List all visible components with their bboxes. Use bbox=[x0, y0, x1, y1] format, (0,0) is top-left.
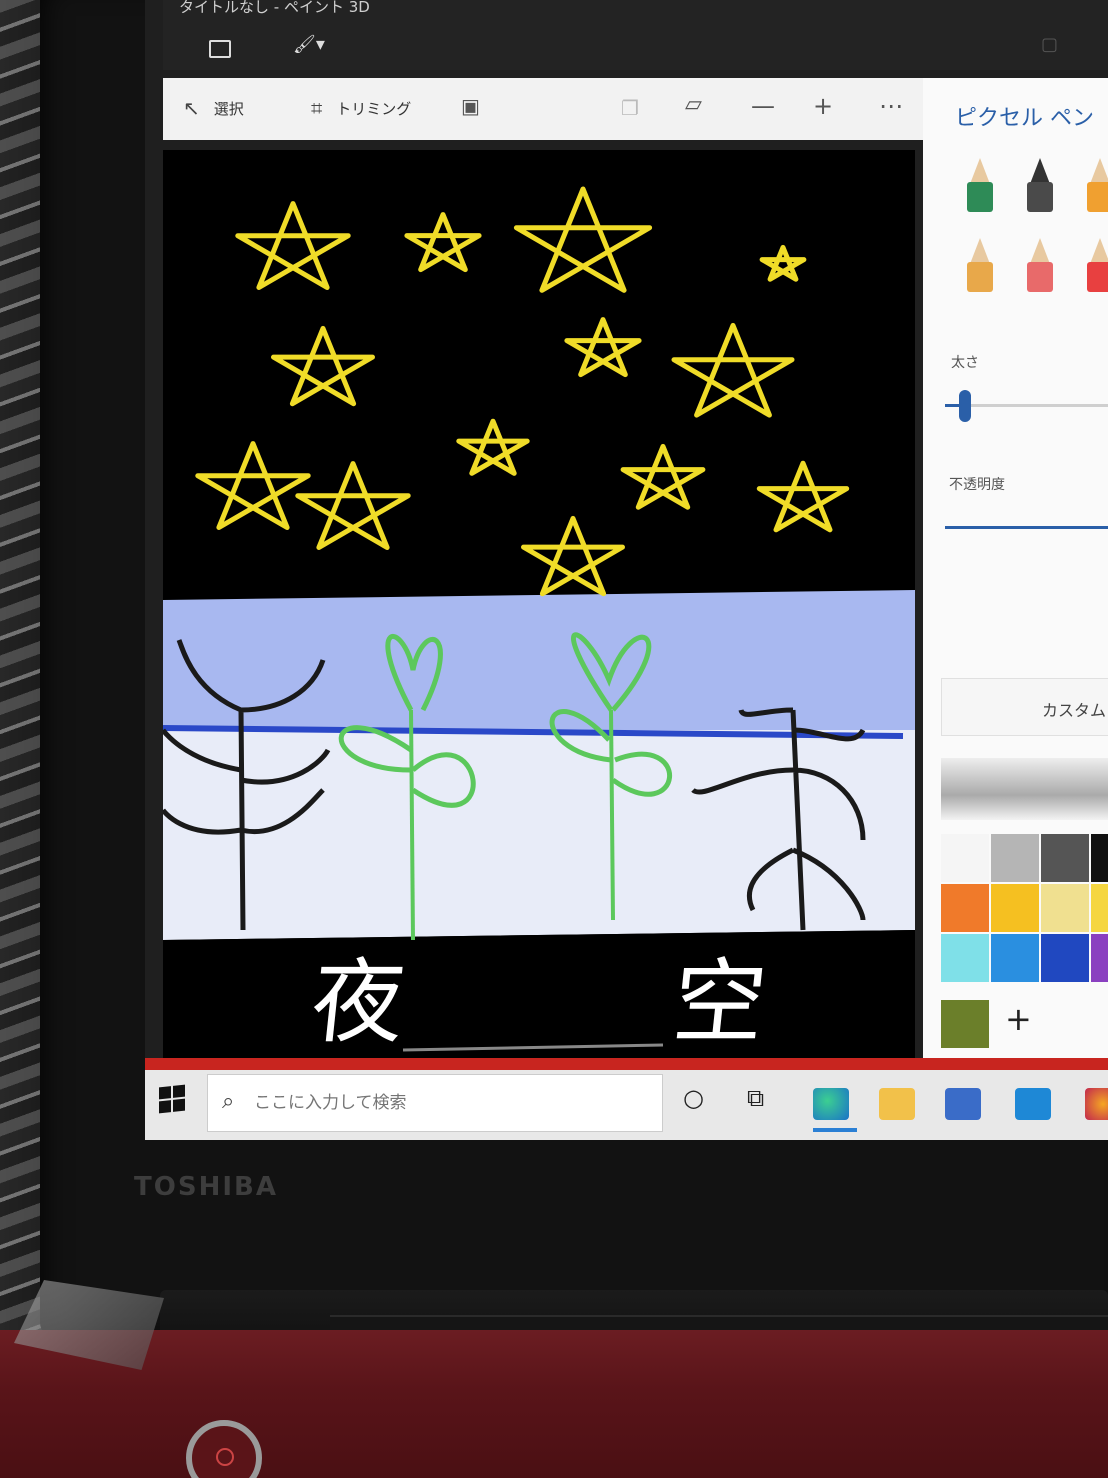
search-icon: ⌕ bbox=[222, 1089, 235, 1114]
color-swatch[interactable] bbox=[991, 934, 1039, 982]
color-swatch[interactable] bbox=[941, 884, 989, 932]
canvas-caption: 夜 空 bbox=[306, 949, 892, 1056]
taskbar-search-box[interactable]: ⌕ bbox=[207, 1074, 663, 1132]
power-icon bbox=[216, 1448, 234, 1466]
custom-color-button[interactable]: カスタム bbox=[941, 678, 1108, 736]
copy-icon[interactable]: ❐ bbox=[621, 96, 639, 120]
drawing-canvas[interactable]: 夜 空 bbox=[163, 150, 915, 1080]
task-view-icon[interactable]: ⧉ bbox=[747, 1084, 764, 1112]
start-button[interactable] bbox=[159, 1084, 185, 1114]
more-options-icon[interactable]: ⋯ bbox=[879, 92, 903, 120]
color-swatch[interactable] bbox=[1091, 934, 1108, 982]
select-tool[interactable]: ↖ 選択 bbox=[183, 96, 244, 120]
pencil-brush-icon[interactable] bbox=[963, 238, 997, 294]
3d-library-icon[interactable]: ▢ bbox=[1041, 34, 1071, 55]
thickness-slider-thumb[interactable] bbox=[959, 390, 971, 422]
zoom-out-icon[interactable]: — bbox=[751, 92, 775, 120]
file-explorer-icon[interactable] bbox=[879, 1088, 915, 1120]
select-label: 選択 bbox=[213, 99, 244, 118]
marker-brush-icon[interactable] bbox=[963, 158, 997, 214]
canvas-toolbar: ↖ 選択 ⌗ トリミング ▣ ❐ ▱ — + ⋯ bbox=[163, 78, 925, 140]
crayon-brush-icon[interactable] bbox=[1083, 238, 1108, 294]
current-color-swatch[interactable] bbox=[941, 1000, 989, 1048]
brushes-menu-icon[interactable]: 🖌▾ bbox=[293, 34, 333, 55]
windows-logo-icon bbox=[159, 1086, 171, 1100]
taskbar-search-input[interactable] bbox=[254, 1087, 644, 1119]
cortana-icon[interactable]: ○ bbox=[683, 1084, 704, 1112]
edge-browser-icon[interactable] bbox=[813, 1088, 849, 1120]
opacity-slider[interactable] bbox=[945, 526, 1108, 529]
zoom-in-icon[interactable]: + bbox=[813, 92, 833, 120]
panel-title: ピクセル ペン bbox=[955, 106, 1094, 131]
crop-icon: ⌗ bbox=[311, 96, 323, 120]
green-plant-stem bbox=[409, 709, 415, 941]
color-swatch[interactable] bbox=[1041, 834, 1089, 882]
cursor-icon: ↖ bbox=[183, 96, 200, 120]
color-swatch[interactable] bbox=[941, 934, 989, 982]
active-app-indicator bbox=[813, 1128, 857, 1132]
eraser-brush-icon[interactable] bbox=[1023, 238, 1057, 294]
color-palette bbox=[941, 834, 1108, 982]
oil-brush-brush-icon[interactable] bbox=[1083, 158, 1108, 214]
color-swatch[interactable] bbox=[991, 834, 1039, 882]
title-bar: タイトルなし - ペイント 3D 🖌▾ ▢ bbox=[163, 0, 1108, 70]
firefox-icon[interactable] bbox=[1085, 1088, 1108, 1120]
color-swatch[interactable] bbox=[941, 834, 989, 882]
menu-folder-icon[interactable] bbox=[209, 40, 231, 58]
thickness-label: 太さ bbox=[951, 355, 979, 371]
laptop-chassis bbox=[0, 1330, 1108, 1478]
photo-frame: タイトルなし - ペイント 3D 🖌▾ ▢ ↖ 選択 ⌗ トリミング ▣ ❐ ▱… bbox=[0, 0, 1108, 1478]
screen: タイトルなし - ペイント 3D 🖌▾ ▢ ↖ 選択 ⌗ トリミング ▣ ❐ ▱… bbox=[145, 0, 1108, 1140]
custom-label: カスタム bbox=[1042, 701, 1107, 720]
window-bottom-edge bbox=[145, 1058, 1108, 1070]
night-sky bbox=[163, 150, 915, 600]
green-plant-stem bbox=[609, 709, 615, 921]
color-swatch[interactable] bbox=[1091, 834, 1108, 882]
taskbar: ⌕ ○ ⧉ bbox=[145, 1070, 1108, 1140]
crop-label: トリミング bbox=[336, 99, 412, 118]
color-swatch[interactable] bbox=[1041, 934, 1089, 982]
sky-band bbox=[163, 590, 915, 730]
finish-preview[interactable] bbox=[941, 758, 1108, 820]
view-2d-icon[interactable]: ▱ bbox=[685, 92, 702, 117]
brushes-panel: ピクセル ペン 太さ 不透明度 カスタム + bbox=[923, 78, 1108, 1078]
opacity-label: 不透明度 bbox=[949, 477, 1005, 493]
window-title: タイトルなし - ペイント 3D bbox=[179, 0, 370, 16]
laptop-brand: TOSHIBA bbox=[134, 1172, 278, 1202]
color-swatch[interactable] bbox=[991, 884, 1039, 932]
color-swatch[interactable] bbox=[1041, 884, 1089, 932]
calligraphy-pen-brush-icon[interactable] bbox=[1023, 158, 1057, 214]
magic-select-icon[interactable]: ▣ bbox=[461, 94, 480, 118]
color-swatch[interactable] bbox=[1091, 884, 1108, 932]
crop-tool[interactable]: ⌗ トリミング bbox=[311, 96, 411, 120]
store-icon[interactable] bbox=[945, 1088, 981, 1120]
mail-icon[interactable] bbox=[1015, 1088, 1051, 1120]
add-color-button[interactable]: + bbox=[1005, 1000, 1032, 1038]
